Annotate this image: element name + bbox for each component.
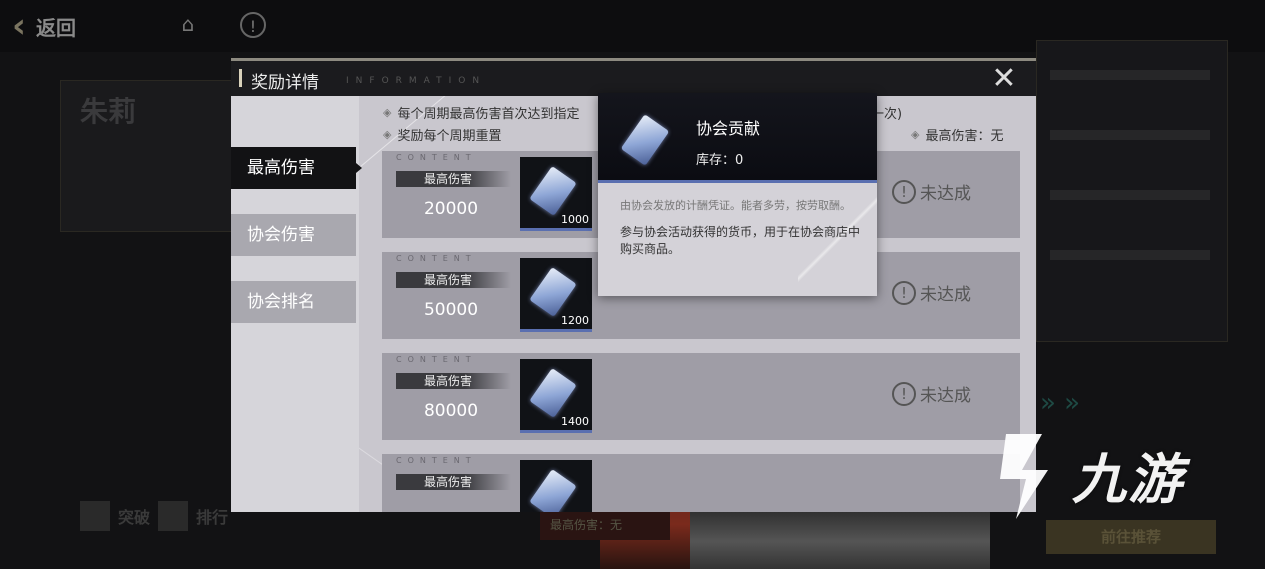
- status-text: 未达成: [920, 184, 971, 204]
- threshold-label: 最高伤害: [396, 272, 511, 288]
- guild-contribution-icon: [529, 368, 577, 418]
- modal-subtitle: INFORMATION: [346, 76, 487, 86]
- content-label: CONTENT: [396, 355, 477, 364]
- reward-row: CONTENT 最高伤害 80000 1400 ! 未达成: [382, 353, 1020, 440]
- guild-contribution-icon: [529, 166, 577, 216]
- bottom-damage-label: 最高伤害：无: [540, 510, 670, 540]
- close-icon[interactable]: ✕: [989, 64, 1019, 95]
- tooltip-header: 协会贡献 库存：0: [598, 93, 877, 183]
- chart-icon[interactable]: [158, 501, 189, 531]
- character-name: 朱莉: [80, 95, 137, 128]
- home-icon[interactable]: ⌂: [174, 12, 202, 40]
- reward-item[interactable]: 1000: [520, 157, 592, 231]
- status-text: 未达成: [920, 285, 971, 305]
- note-text-2: 奖励每个周期重置: [397, 129, 502, 144]
- skill-row: [1050, 190, 1210, 200]
- item-description: 参与协会活动获得的货币，用于在协会商店中购买商品。: [620, 225, 861, 256]
- alert-icon: !: [892, 381, 916, 406]
- diamond-icon: ◈: [383, 128, 392, 141]
- skill-row: [1050, 250, 1210, 260]
- best-damage: ◈ 最高伤害：无: [911, 125, 1003, 144]
- reward-qty: 1200: [561, 314, 589, 327]
- reward-qty: 1400: [561, 415, 589, 428]
- card-glyph: [620, 114, 670, 166]
- note-line-1: ◈ 每个周期最高伤害首次达到指定: [383, 103, 579, 122]
- threshold-label: 最高伤害: [396, 171, 511, 187]
- status-badge: ! 未达成: [892, 179, 971, 204]
- best-damage-text: 最高伤害：无: [925, 129, 1004, 144]
- content-label: CONTENT: [396, 153, 477, 162]
- reward-qty: 1000: [561, 213, 589, 226]
- threshold-value: 50000: [423, 300, 479, 320]
- guild-contribution-icon: [529, 267, 577, 317]
- note-text-1: 每个周期最高伤害首次达到指定: [397, 107, 580, 122]
- tab-guild-damage[interactable]: 协会伤害: [231, 214, 356, 256]
- diamond-icon: ◈: [911, 128, 920, 141]
- tab-guild-rank[interactable]: 协会排名: [231, 281, 356, 323]
- reward-item[interactable]: 1400: [520, 359, 592, 433]
- back-label: 返回: [36, 15, 77, 40]
- skill-row: [1050, 70, 1210, 80]
- item-flavor-text: 由协会发放的计酬凭证。能者多劳，按劳取酬。: [620, 199, 851, 212]
- skill-row: [1050, 130, 1210, 140]
- alert-icon: !: [892, 280, 916, 305]
- guild-contribution-icon: [612, 107, 676, 173]
- reward-item[interactable]: 1200: [520, 258, 592, 332]
- item-tooltip: 协会贡献 库存：0 由协会发放的计酬凭证。能者多劳，按劳取酬。 参与协会活动获得…: [598, 93, 877, 296]
- item-name: 协会贡献: [696, 119, 761, 138]
- bottom-tab-0[interactable]: 突破: [118, 504, 150, 528]
- threshold-value: 80000: [423, 401, 479, 421]
- note-line-2: ◈ 奖励每个周期重置: [383, 125, 501, 144]
- reward-item[interactable]: [520, 460, 592, 512]
- jiuyou-logo-icon: [1000, 434, 1048, 519]
- back-button[interactable]: ‹ 返回: [12, 8, 132, 44]
- chevron-left-icon: ‹: [12, 6, 27, 46]
- info-icon[interactable]: !: [240, 12, 266, 38]
- cube-icon[interactable]: [80, 501, 110, 531]
- reward-row: CONTENT 最高伤害: [382, 454, 1020, 512]
- watermark-text: 九游: [1072, 447, 1184, 511]
- modal-header: 奖励详情 INFORMATION ✕: [231, 58, 1036, 96]
- content-label: CONTENT: [396, 254, 477, 263]
- threshold-label: 最高伤害: [396, 474, 511, 490]
- arrow-icons: » »: [1040, 388, 1081, 418]
- guild-contribution-icon: [529, 469, 577, 512]
- diamond-icon: ◈: [383, 106, 392, 119]
- threshold-label: 最高伤害: [396, 373, 511, 389]
- threshold-value: 20000: [423, 199, 479, 219]
- item-stock: 库存：0: [696, 153, 744, 168]
- content-label: CONTENT: [396, 456, 477, 465]
- tab-highest-damage[interactable]: 最高伤害: [231, 147, 362, 189]
- modal-title: 奖励详情: [251, 73, 319, 93]
- side-tabs: 最高伤害 协会伤害 协会排名: [231, 96, 362, 512]
- status-badge: ! 未达成: [892, 280, 971, 305]
- watermark: 九游: [986, 424, 1231, 524]
- status-badge: ! 未达成: [892, 381, 971, 406]
- go-button[interactable]: 前往推荐: [1046, 520, 1216, 554]
- bottom-tab-1[interactable]: 排行: [196, 504, 228, 528]
- alert-icon: !: [892, 179, 916, 204]
- title-bar-accent: [239, 69, 242, 87]
- status-text: 未达成: [920, 386, 971, 406]
